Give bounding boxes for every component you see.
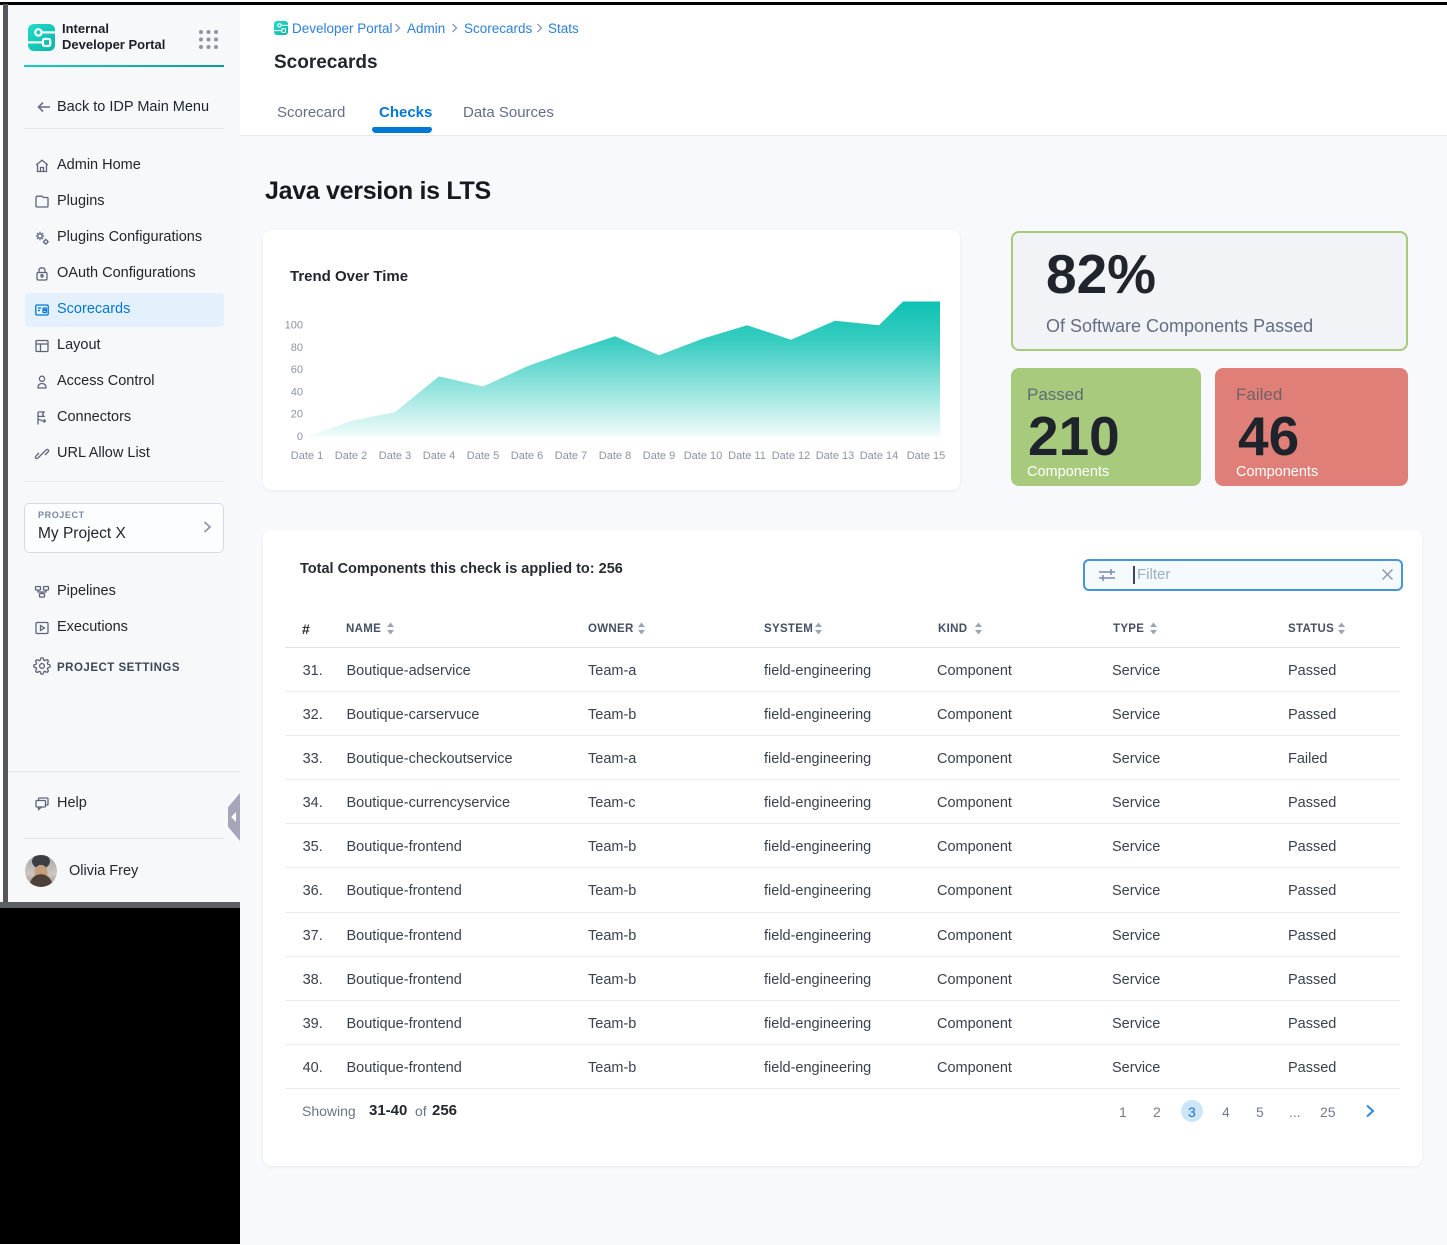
svg-text:40: 40 xyxy=(291,386,303,398)
svg-text:60: 60 xyxy=(291,364,303,376)
svg-text:Date 13: Date 13 xyxy=(816,450,855,462)
svg-text:Date 11: Date 11 xyxy=(728,450,766,462)
svg-text:Date 15: Date 15 xyxy=(907,450,946,462)
svg-text:Date 9: Date 9 xyxy=(643,450,675,462)
svg-text:Date 1: Date 1 xyxy=(291,450,323,462)
svg-text:Date 3: Date 3 xyxy=(379,450,411,462)
svg-text:Date 14: Date 14 xyxy=(860,450,899,462)
svg-text:0: 0 xyxy=(297,431,303,443)
svg-text:Date 8: Date 8 xyxy=(599,450,631,462)
svg-text:Date 5: Date 5 xyxy=(467,450,499,462)
svg-text:80: 80 xyxy=(291,342,303,354)
svg-text:Date 10: Date 10 xyxy=(684,450,723,462)
svg-text:20: 20 xyxy=(291,409,303,421)
svg-text:Date 7: Date 7 xyxy=(555,450,587,462)
svg-text:Date 2: Date 2 xyxy=(335,450,367,462)
svg-text:Date 12: Date 12 xyxy=(772,450,811,462)
svg-text:100: 100 xyxy=(285,320,303,332)
svg-text:Date 6: Date 6 xyxy=(511,450,543,462)
svg-text:Date 4: Date 4 xyxy=(423,450,455,462)
